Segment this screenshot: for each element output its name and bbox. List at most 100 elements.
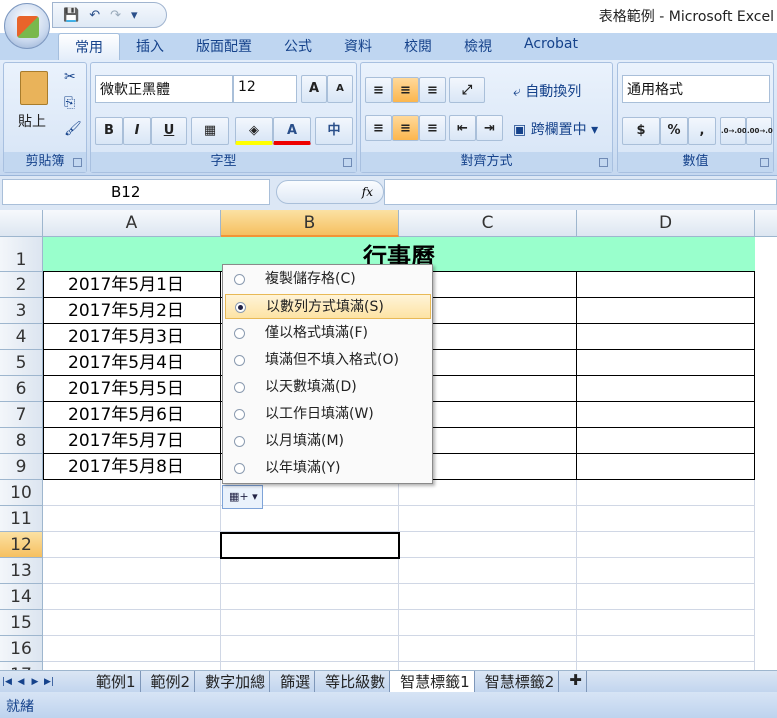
borders-button[interactable]: ▦ [191,117,229,145]
column-header-c[interactable]: C [399,210,577,237]
cell-d11[interactable] [577,506,755,532]
cell-d9[interactable] [577,454,755,480]
cell-c16[interactable] [399,636,577,662]
tab-acrobat[interactable]: Acrobat [508,33,594,60]
cell-d8[interactable] [577,428,755,454]
copy-icon[interactable]: ⎘ [64,95,75,111]
cell-d13[interactable] [577,558,755,584]
column-header-a[interactable]: A [43,210,221,237]
cell-a17[interactable] [43,662,221,670]
row-header-14[interactable]: 14 [0,584,43,610]
row-header-5[interactable]: 5 [0,350,43,376]
sheet-tab[interactable]: 等比級數 [315,671,391,692]
formula-input[interactable] [384,179,777,205]
prev-sheet-icon[interactable]: ◀ [14,677,28,687]
dialog-launcher-icon[interactable] [343,158,352,167]
currency-button[interactable]: $ [622,117,660,145]
autofill-options-button[interactable]: ▦+ ▾ [222,485,263,509]
cell-c14[interactable] [399,584,577,610]
save-icon[interactable]: 💾 [63,8,79,23]
align-middle-button[interactable]: ≡ [392,77,419,103]
orientation-button[interactable]: ⤢ [449,77,485,103]
cell-a4[interactable]: 2017年5月3日 [43,324,221,350]
cell-a5[interactable]: 2017年5月4日 [43,350,221,376]
cell-d7[interactable] [577,402,755,428]
wrap-text-button[interactable]: ⤶ 自動換列 [513,81,581,101]
next-sheet-icon[interactable]: ▶ [28,677,42,687]
cell-c13[interactable] [399,558,577,584]
decrease-decimal-button[interactable]: .00→.0 [746,117,773,145]
align-top-button[interactable]: ≡ [365,77,392,103]
row-header-4[interactable]: 4 [0,324,43,350]
grow-font-button[interactable]: A [301,75,327,103]
align-right-button[interactable]: ≡ [419,115,446,141]
bold-button[interactable]: B [95,117,123,145]
percent-button[interactable]: % [660,117,688,145]
align-left-button[interactable]: ≡ [365,115,392,141]
sheet-tab[interactable]: 範例1 [86,671,141,692]
autofill-option[interactable]: 以年填滿(Y) [225,456,431,481]
row-header-15[interactable]: 15 [0,610,43,636]
row-header-17[interactable]: 17 [0,662,43,670]
cell-d5[interactable] [577,350,755,376]
cell-b17[interactable] [221,662,399,670]
cell-a2[interactable]: 2017年5月1日 [43,272,221,298]
cell-c11[interactable] [399,506,577,532]
shrink-font-button[interactable]: A [327,75,353,103]
autofill-option[interactable]: 填滿但不填入格式(O) [225,348,431,373]
tab-view[interactable]: 檢視 [448,33,508,60]
name-box[interactable]: B12 [2,179,270,205]
dialog-launcher-icon[interactable] [599,158,608,167]
cell-d3[interactable] [577,298,755,324]
cell-d15[interactable] [577,610,755,636]
cell-a7[interactable]: 2017年5月6日 [43,402,221,428]
cell-d10[interactable] [577,480,755,506]
tab-insert[interactable]: 插入 [120,33,180,60]
paste-icon[interactable] [20,71,48,105]
cell-a8[interactable]: 2017年5月7日 [43,428,221,454]
increase-decimal-button[interactable]: .0→.00 [720,117,747,145]
cell-a11[interactable] [43,506,221,532]
cell-c12[interactable] [399,532,577,558]
sheet-tab[interactable]: 智慧標籤1 [390,671,475,692]
cell-b11[interactable] [221,506,399,532]
row-header-16[interactable]: 16 [0,636,43,662]
cell-d14[interactable] [577,584,755,610]
tab-page-layout[interactable]: 版面配置 [180,33,268,60]
row-header-10[interactable]: 10 [0,480,43,506]
phonetic-button[interactable]: 中 [315,117,353,145]
cell-a14[interactable] [43,584,221,610]
row-header-3[interactable]: 3 [0,298,43,324]
column-header-d[interactable]: D [577,210,755,237]
cell-d4[interactable] [577,324,755,350]
format-painter-icon[interactable]: 🖌 [64,121,82,137]
merge-center-button[interactable]: ▣ 跨欄置中 ▾ [513,119,598,139]
paste-button[interactable]: 貼上 [18,111,46,131]
dialog-launcher-icon[interactable] [760,158,769,167]
row-header-8[interactable]: 8 [0,428,43,454]
row-header-12[interactable]: 12 [0,532,43,558]
align-center-button[interactable]: ≡ [392,115,419,141]
sheet-tab[interactable]: 篩選 [270,671,316,692]
row-header-2[interactable]: 2 [0,272,43,298]
cell-b15[interactable] [221,610,399,636]
row-header-13[interactable]: 13 [0,558,43,584]
cell-c17[interactable] [399,662,577,670]
row-header-6[interactable]: 6 [0,376,43,402]
font-color-button[interactable]: A [273,117,311,145]
column-header-e[interactable] [755,210,777,237]
sheet-tab[interactable]: 智慧標籤2 [475,671,560,692]
cell-d6[interactable] [577,376,755,402]
tab-home[interactable]: 常用 [58,33,120,60]
cut-icon[interactable]: ✂ [64,69,76,85]
cell-a13[interactable] [43,558,221,584]
autofill-option[interactable]: 以天數填滿(D) [225,375,431,400]
number-format-select[interactable]: 通用格式 [622,75,770,103]
cell-c15[interactable] [399,610,577,636]
cell-d2[interactable] [577,272,755,298]
insert-function-button[interactable]: fx [276,180,384,204]
cell-d12[interactable] [577,532,755,558]
undo-icon[interactable]: ↶ [89,8,100,23]
autofill-option[interactable]: 以工作日填滿(W) [225,402,431,427]
select-all-corner[interactable] [0,210,43,237]
